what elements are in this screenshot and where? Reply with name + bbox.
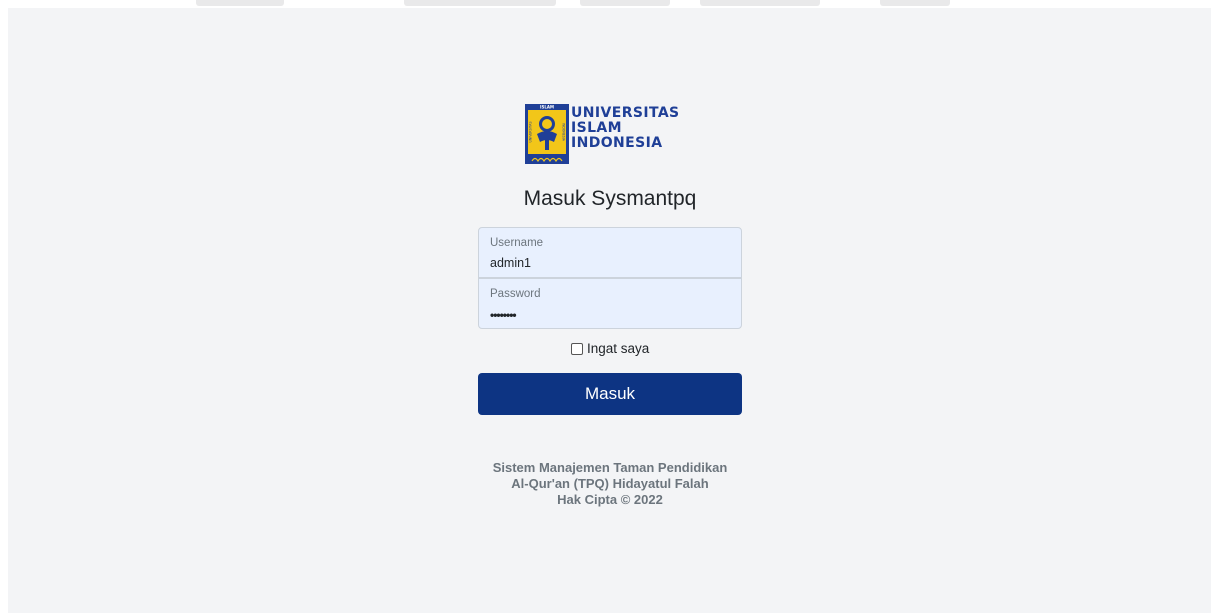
top-shade <box>404 0 556 6</box>
username-field[interactable]: Username <box>478 227 742 278</box>
top-shade <box>700 0 820 6</box>
footer-line-1: Sistem Manajemen Taman Pendidikan <box>492 460 728 475</box>
password-field[interactable]: Password •••••••• <box>478 278 742 329</box>
logo-line-islam: ISLAM <box>571 120 622 136</box>
remember-me[interactable]: Ingat saya <box>571 341 649 356</box>
emblem-top-text: ISLAM <box>540 105 554 110</box>
password-input[interactable]: •••••••• <box>490 308 517 322</box>
footer-line-2: Al-Qur'an (TPQ) Hidayatul Falah <box>511 476 709 491</box>
university-logo: ISLAM UNIVERSITAS INDONESIA UNIVERSITAS … <box>525 104 705 166</box>
top-strip <box>0 0 1211 8</box>
top-shade <box>880 0 950 6</box>
emblem-right-text: INDONESIA <box>562 123 566 142</box>
uii-emblem-icon: ISLAM UNIVERSITAS INDONESIA <box>525 104 569 164</box>
footer: Sistem Manajemen Taman Pendidikan Al-Qur… <box>440 460 780 508</box>
login-button[interactable]: Masuk <box>478 373 742 415</box>
top-shade <box>580 0 670 6</box>
emblem-left-text: UNIVERSITAS <box>529 122 533 143</box>
page-title: Masuk Sysmantpq <box>523 187 697 210</box>
logo-text: UNIVERSITAS ISLAM INDONESIA <box>571 106 680 151</box>
remember-checkbox[interactable] <box>571 342 583 355</box>
username-input[interactable] <box>490 256 720 270</box>
password-label: Password <box>490 288 541 300</box>
remember-label[interactable]: Ingat saya <box>587 341 649 356</box>
logo-line-universitas: UNIVERSITAS <box>571 105 680 121</box>
footer-copyright: Hak Cipta © 2022 <box>557 492 663 507</box>
logo-line-indonesia: INDONESIA <box>571 135 663 151</box>
username-label: Username <box>490 237 544 249</box>
top-shade <box>196 0 284 6</box>
